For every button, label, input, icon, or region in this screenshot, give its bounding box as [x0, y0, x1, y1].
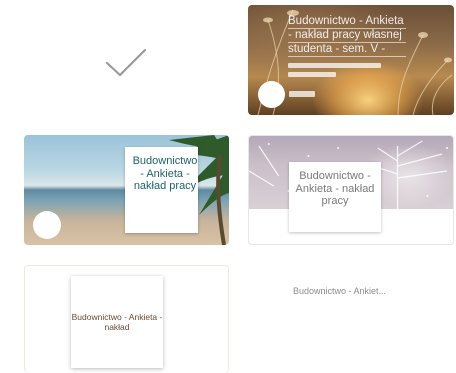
design-card: Budownictwo - Ankieta - nakład pracy	[125, 147, 198, 233]
design-title: Budownictwo - Ankieta - nakład pracy	[295, 170, 375, 207]
placeholder-bar	[288, 63, 381, 68]
placeholder-bar	[289, 91, 315, 97]
design-tile-beach[interactable]: Budownictwo - Ankieta - nakład pracy	[24, 135, 229, 245]
design-tile-plain[interactable]: Budownictwo - Ankieta - nakład	[24, 265, 229, 373]
title-line-2: - nakład pracy własnej	[288, 29, 406, 43]
design-tile-selected[interactable]	[24, 6, 229, 114]
design-card: Budownictwo - Ankieta - nakład	[71, 276, 163, 368]
design-title: Budownictwo - Ankiet...	[293, 286, 387, 296]
design-title: Budownictwo - Ankieta - nakład	[71, 312, 163, 332]
design-card: Budownictwo - Ankieta - nakład pracy	[289, 162, 381, 232]
title-line-3: studenta - sem. V -	[288, 43, 406, 57]
design-tile-text-only[interactable]: Budownictwo - Ankiet...	[248, 265, 454, 373]
title-line-1: Budownictwo - Ankieta	[288, 15, 406, 29]
avatar	[33, 211, 61, 239]
design-tile-sunset[interactable]: Budownictwo - Ankieta - nakład pracy wła…	[248, 5, 454, 115]
design-title: Budownictwo - Ankieta - nakład pracy wła…	[288, 15, 406, 57]
design-tile-snow[interactable]: Budownictwo - Ankieta - nakład pracy	[248, 135, 454, 245]
checkmark-icon	[105, 48, 147, 77]
avatar	[258, 81, 285, 108]
placeholder-bar	[288, 72, 336, 77]
design-title: Budownictwo - Ankieta - nakład pracy	[132, 155, 198, 192]
